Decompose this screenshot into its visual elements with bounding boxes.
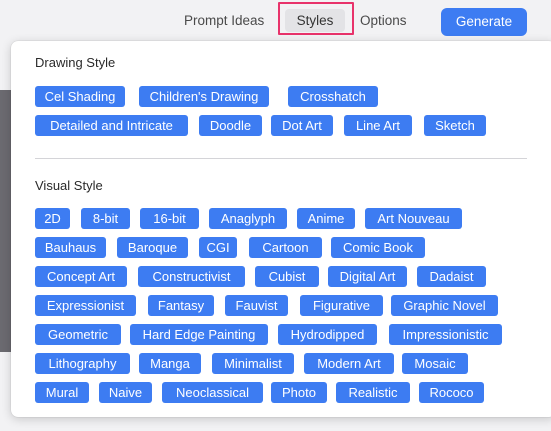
- style-chip[interactable]: Figurative: [300, 295, 383, 316]
- style-chip[interactable]: Bauhaus: [35, 237, 106, 258]
- style-chip[interactable]: Doodle: [199, 115, 262, 136]
- visual-style-row-2: Bauhaus Baroque CGI Cartoon Comic Book: [35, 237, 535, 258]
- style-chip[interactable]: Naive: [99, 382, 152, 403]
- visual-style-heading: Visual Style: [35, 178, 103, 193]
- style-chip[interactable]: Constructivist: [138, 266, 245, 287]
- style-chip[interactable]: Neoclassical: [162, 382, 263, 403]
- style-chip[interactable]: Graphic Novel: [391, 295, 498, 316]
- style-chip[interactable]: Rococo: [419, 382, 484, 403]
- style-chip[interactable]: Dadaist: [417, 266, 486, 287]
- style-chip[interactable]: Concept Art: [35, 266, 127, 287]
- style-chip[interactable]: Line Art: [344, 115, 412, 136]
- visual-style-row-5: Geometric Hard Edge Painting Hydrodipped…: [35, 324, 535, 345]
- style-chip[interactable]: Lithography: [35, 353, 130, 374]
- style-chip[interactable]: 16-bit: [140, 208, 199, 229]
- style-chip[interactable]: Children's Drawing: [139, 86, 269, 107]
- style-chip[interactable]: Anime: [297, 208, 355, 229]
- style-chip[interactable]: Mural: [35, 382, 89, 403]
- style-chip[interactable]: Cartoon: [249, 237, 322, 258]
- style-chip[interactable]: Modern Art: [304, 353, 394, 374]
- style-chip[interactable]: Comic Book: [331, 237, 425, 258]
- visual-style-row-7: Mural Naive Neoclassical Photo Realistic…: [35, 382, 535, 403]
- visual-style-row-6: Lithography Manga Minimalist Modern Art …: [35, 353, 535, 374]
- style-chip[interactable]: Baroque: [117, 237, 188, 258]
- style-chip[interactable]: Photo: [271, 382, 327, 403]
- drawing-style-heading: Drawing Style: [35, 55, 116, 70]
- style-chip[interactable]: Cubist: [255, 266, 319, 287]
- visual-style-row-3: Concept Art Constructivist Cubist Digita…: [35, 266, 535, 287]
- style-chip[interactable]: Anaglyph: [209, 208, 287, 229]
- style-chip[interactable]: 8-bit: [81, 208, 130, 229]
- style-chip[interactable]: 2D: [35, 208, 70, 229]
- style-chip[interactable]: Crosshatch: [288, 86, 378, 107]
- section-divider: [35, 158, 527, 159]
- styles-tab[interactable]: Styles: [285, 9, 345, 32]
- style-chip[interactable]: Hydrodipped: [278, 324, 377, 345]
- drawing-style-row-1: Cel Shading Children's Drawing Crosshatc…: [35, 86, 535, 107]
- style-chip[interactable]: CGI: [199, 237, 237, 258]
- style-chip[interactable]: Dot Art: [271, 115, 333, 136]
- style-chip[interactable]: Manga: [139, 353, 201, 374]
- style-chip[interactable]: Expressionist: [35, 295, 136, 316]
- style-chip[interactable]: Mosaic: [402, 353, 468, 374]
- style-chip[interactable]: Detailed and Intricate: [35, 115, 188, 136]
- visual-style-row-1: 2D 8-bit 16-bit Anaglyph Anime Art Nouve…: [35, 208, 535, 229]
- style-chip[interactable]: Minimalist: [212, 353, 294, 374]
- style-chip[interactable]: Fantasy: [148, 295, 214, 316]
- generate-button[interactable]: Generate: [441, 8, 527, 36]
- style-chip[interactable]: Impressionistic: [389, 324, 502, 345]
- style-chip[interactable]: Hard Edge Painting: [130, 324, 268, 345]
- style-chip[interactable]: Fauvist: [225, 295, 288, 316]
- style-chip[interactable]: Sketch: [424, 115, 486, 136]
- styles-dropdown-panel: Drawing Style Cel Shading Children's Dra…: [11, 41, 551, 417]
- style-chip[interactable]: Realistic: [336, 382, 410, 403]
- options-tab[interactable]: Options: [360, 11, 407, 31]
- visual-style-row-4: Expressionist Fantasy Fauvist Figurative…: [35, 295, 535, 316]
- top-bar: Prompt Ideas Styles Options Generate: [0, 0, 551, 42]
- style-chip[interactable]: Geometric: [35, 324, 121, 345]
- prompt-ideas-tab[interactable]: Prompt Ideas: [184, 11, 264, 31]
- style-chip[interactable]: Art Nouveau: [365, 208, 462, 229]
- style-chip[interactable]: Cel Shading: [35, 86, 125, 107]
- drawing-style-row-2: Detailed and Intricate Doodle Dot Art Li…: [35, 115, 535, 136]
- style-chip[interactable]: Digital Art: [328, 266, 407, 287]
